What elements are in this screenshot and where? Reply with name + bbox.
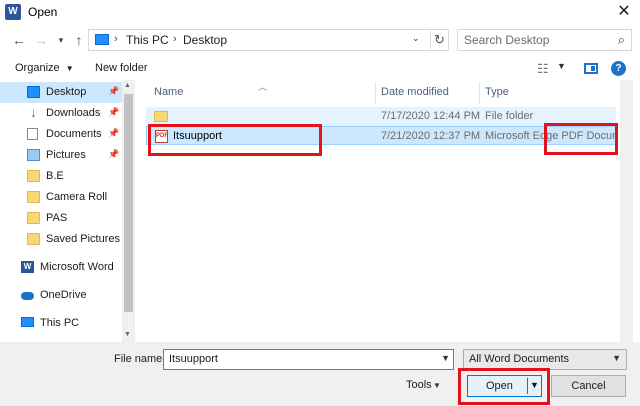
folder-icon <box>27 212 40 224</box>
file-date: 7/21/2020 12:37 PM <box>381 130 481 142</box>
sidebar-item-downloads[interactable]: ↓ Downloads 📌 <box>0 103 122 124</box>
forward-arrow-icon[interactable]: → <box>32 31 50 49</box>
annotation-box-file-name <box>148 124 322 156</box>
pin-icon: 📌 <box>108 86 120 96</box>
help-icon[interactable]: ? <box>611 61 626 76</box>
new-folder-button[interactable]: New folder <box>95 62 148 74</box>
sidebar-item-documents[interactable]: Documents 📌 <box>0 124 122 145</box>
column-header-date[interactable]: Date modified <box>381 86 449 98</box>
sidebar-item-label: OneDrive <box>40 289 87 301</box>
file-name-value: Itsuupport <box>169 353 218 365</box>
back-arrow-icon[interactable]: ← <box>10 31 28 49</box>
scroll-down-icon[interactable]: ▼ <box>124 331 131 338</box>
chevron-down-icon[interactable]: ▼ <box>557 61 566 71</box>
sidebar-item-label: Desktop <box>46 86 87 98</box>
tools-button[interactable]: Tools <box>406 379 432 391</box>
sidebar-item-pictures[interactable]: Pictures 📌 <box>0 145 122 166</box>
sidebar-item-onedrive[interactable]: OneDrive <box>0 285 122 306</box>
column-divider[interactable] <box>479 82 480 104</box>
breadcrumb-desktop[interactable]: Desktop <box>183 33 227 47</box>
desktop-icon <box>27 86 40 98</box>
chevron-down-icon[interactable]: ▾ <box>52 31 70 49</box>
column-divider[interactable] <box>375 82 376 104</box>
sidebar-item-label: Microsoft Word <box>40 261 114 273</box>
open-button-label: Open <box>486 380 513 392</box>
annotation-box-file-type <box>544 123 618 155</box>
sidebar-item-camera-roll[interactable]: Camera Roll <box>0 187 122 208</box>
file-date: 7/17/2020 12:44 PM <box>381 110 481 122</box>
search-icon[interactable]: ⌕ <box>618 32 625 48</box>
sidebar-item-label: Downloads <box>46 107 101 119</box>
sidebar-scroll-thumb[interactable] <box>124 94 133 312</box>
chevron-down-icon[interactable]: ▼ <box>612 353 621 363</box>
folder-icon <box>154 111 168 122</box>
breadcrumb-this-pc[interactable]: This PC <box>126 33 169 47</box>
sidebar-item-be[interactable]: B.E <box>0 166 122 187</box>
pc-icon <box>95 34 109 45</box>
file-name-label: File name: <box>114 353 166 365</box>
search-box[interactable]: ⌕ <box>457 29 632 51</box>
folder-icon <box>27 233 40 245</box>
sidebar-item-microsoft-word[interactable]: W Microsoft Word <box>0 257 122 278</box>
file-type: File folder <box>485 110 534 122</box>
title-bar: W Open ✕ <box>0 0 640 24</box>
cloud-icon <box>21 292 34 300</box>
address-bar[interactable]: › This PC › Desktop ⌄ <box>88 29 449 51</box>
sidebar-item-desktop[interactable]: Desktop 📌 <box>0 82 122 103</box>
organize-label: Organize <box>15 62 60 74</box>
documents-icon <box>27 128 38 140</box>
cancel-button-label: Cancel <box>571 380 606 392</box>
file-list-scrollbar[interactable] <box>620 80 633 342</box>
view-options-icon[interactable]: ☷ <box>537 61 549 77</box>
word-icon: W <box>5 4 21 20</box>
pin-icon: 📌 <box>108 107 120 117</box>
chevron-down-icon[interactable]: ▼ <box>441 353 450 363</box>
address-dropdown-icon[interactable]: ⌄ <box>412 33 420 44</box>
pin-icon: 📌 <box>108 128 120 138</box>
sort-chevron-icon: ︿ <box>258 82 268 92</box>
folder-icon <box>27 170 40 182</box>
breadcrumb-separator: › <box>114 33 118 45</box>
pin-icon: 📌 <box>108 149 120 159</box>
file-type-filter-value: All Word Documents <box>469 353 570 365</box>
column-header-type[interactable]: Type <box>485 86 509 98</box>
sidebar-item-label: Camera Roll <box>46 191 108 203</box>
refresh-icon[interactable]: ↻ <box>430 31 448 49</box>
breadcrumb-separator: › <box>173 33 177 45</box>
folder-icon <box>27 191 40 203</box>
close-icon[interactable]: ✕ <box>612 2 636 22</box>
sidebar-item-label: Documents <box>46 128 102 140</box>
word-icon: W <box>21 261 34 273</box>
sidebar-item-this-pc[interactable]: This PC <box>0 313 122 334</box>
sidebar-item-pas[interactable]: PAS <box>0 208 122 229</box>
sidebar-item-saved-pictures[interactable]: Saved Pictures <box>0 229 122 250</box>
toolbar: Organize ▼ New folder ☷ ▼ ? <box>0 58 640 80</box>
split-divider <box>527 378 528 394</box>
chevron-down-icon: ▼ <box>65 64 74 73</box>
sidebar-item-label: Saved Pictures <box>46 233 120 245</box>
column-header-name[interactable]: Name <box>154 86 183 98</box>
scroll-up-icon[interactable]: ▲ <box>124 82 131 89</box>
sidebar-item-label: Pictures <box>46 149 86 161</box>
search-input[interactable] <box>464 31 604 49</box>
cancel-button[interactable]: Cancel <box>551 375 626 397</box>
window-title: Open <box>28 5 58 19</box>
file-name-field[interactable]: Itsuupport ▼ <box>163 349 454 370</box>
sidebar-item-label: PAS <box>46 212 68 224</box>
download-icon: ↓ <box>30 105 37 120</box>
organize-button[interactable]: Organize ▼ <box>15 62 74 74</box>
pc-icon <box>21 317 34 327</box>
sidebar-item-label: B.E <box>46 170 64 182</box>
chevron-down-icon[interactable]: ▼ <box>433 381 441 390</box>
sidebar-item-label: This PC <box>40 317 80 329</box>
pictures-icon <box>27 149 40 161</box>
chevron-down-icon[interactable]: ▼ <box>530 380 539 390</box>
preview-pane-icon[interactable] <box>584 63 598 74</box>
up-arrow-icon[interactable]: ↑ <box>70 31 88 49</box>
open-button[interactable]: Open ▼ <box>467 375 542 397</box>
file-type-filter[interactable]: All Word Documents ▼ <box>463 349 627 370</box>
